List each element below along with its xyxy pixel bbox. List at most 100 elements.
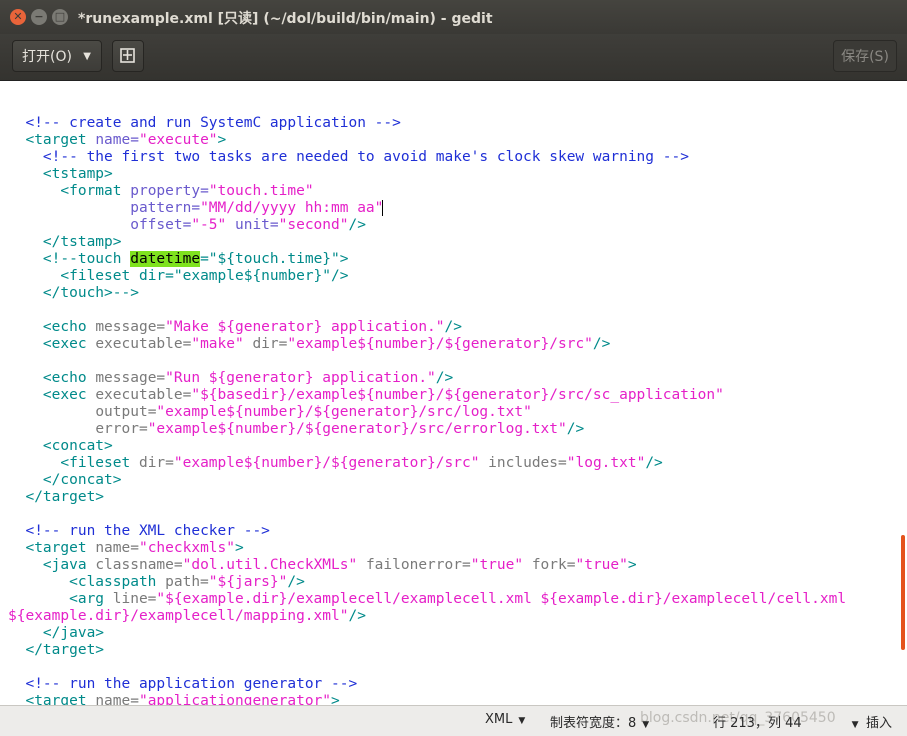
code-token: <exec bbox=[42, 387, 96, 403]
code-token: <!-- create and run SystemC application … bbox=[25, 115, 401, 131]
code-line: <tstamp> bbox=[8, 166, 846, 183]
minimize-icon: − bbox=[34, 10, 44, 23]
code-line: <target name="checkxmls"> bbox=[8, 540, 846, 557]
code-line: <target name="execute"> bbox=[8, 132, 846, 149]
code-token: name= bbox=[95, 540, 139, 556]
open-button[interactable]: 打开(O) ▼ bbox=[12, 40, 102, 72]
code-token: path= bbox=[165, 574, 209, 590]
code-token: "example${number}/${generator}/src" bbox=[173, 455, 489, 471]
maximize-window-button[interactable]: □ bbox=[52, 9, 68, 25]
code-token: <!-- run the XML checker --> bbox=[25, 523, 270, 539]
text-editor[interactable]: <!-- create and run SystemC application … bbox=[0, 81, 894, 705]
code-token: </concat> bbox=[42, 472, 122, 488]
code-token: "${jars}" bbox=[208, 574, 288, 590]
code-token: "checkxmls" bbox=[138, 540, 235, 556]
minimize-window-button[interactable]: − bbox=[31, 9, 47, 25]
cursor-position[interactable]: 行 213，列 44 ▼ bbox=[713, 712, 859, 731]
code-line: <exec executable="${basedir}/example${nu… bbox=[8, 387, 846, 404]
code-content[interactable]: <!-- create and run SystemC application … bbox=[8, 98, 846, 705]
code-line: error="example${number}/${generator}/src… bbox=[8, 421, 846, 438]
code-token: "-5" bbox=[191, 217, 235, 233]
scrollbar-thumb[interactable] bbox=[901, 535, 905, 650]
tab-width-selector[interactable]: 制表符宽度：8 ▼ bbox=[550, 712, 649, 731]
code-token: line= bbox=[112, 591, 157, 607]
code-line: <!-- run the application generator --> bbox=[8, 676, 846, 693]
code-token: message= bbox=[95, 319, 166, 335]
open-button-label: 打开(O) bbox=[22, 49, 72, 65]
language-label: XML bbox=[485, 712, 513, 727]
code-line: <fileset dir="example${number}/${generat… bbox=[8, 455, 846, 472]
language-selector[interactable]: XML ▼ bbox=[485, 712, 525, 727]
code-line: </concat> bbox=[8, 472, 846, 489]
code-token: <echo bbox=[42, 370, 96, 386]
code-token: </touch>--> bbox=[42, 285, 139, 301]
code-token: "execute" bbox=[138, 132, 218, 148]
code-token: "Run ${generator} application." bbox=[165, 370, 436, 386]
code-token: property= bbox=[130, 183, 209, 199]
close-window-button[interactable]: ✕ bbox=[10, 9, 26, 25]
code-token: "MM/dd/yyyy hh:mm aa" bbox=[200, 200, 384, 216]
code-token: executable= bbox=[95, 387, 192, 403]
code-token: "${basedir}/example${number}/${generator… bbox=[191, 387, 724, 403]
code-token: "make" bbox=[191, 336, 253, 352]
code-line: output="example${number}/${generator}/sr… bbox=[8, 404, 846, 421]
code-token: "example${number}/${generator}/src/error… bbox=[147, 421, 567, 437]
code-token: "true" bbox=[470, 557, 532, 573]
code-line: ${example.dir}/examplecell/mapping.xml"/… bbox=[8, 608, 846, 625]
save-button[interactable]: 保存(S) bbox=[833, 40, 897, 72]
chevron-down-icon: ▼ bbox=[642, 720, 650, 730]
code-token: /> bbox=[566, 421, 585, 437]
code-line: </target> bbox=[8, 642, 846, 659]
code-token: <format bbox=[60, 183, 131, 199]
new-document-button[interactable] bbox=[112, 40, 144, 72]
insert-mode-indicator[interactable]: 插入 bbox=[866, 712, 892, 731]
code-token: <fileset dir="example${number}"/> bbox=[60, 268, 349, 284]
code-line: <classpath path="${jars}"/> bbox=[8, 574, 846, 591]
code-token: /> bbox=[435, 370, 454, 386]
code-token: <arg bbox=[69, 591, 113, 607]
code-token: > bbox=[627, 557, 637, 573]
code-token: > bbox=[235, 540, 244, 556]
close-icon: ✕ bbox=[13, 10, 23, 23]
new-document-icon bbox=[120, 48, 135, 63]
code-token: message= bbox=[95, 370, 166, 386]
code-token: </tstamp> bbox=[42, 234, 122, 250]
code-token: /> bbox=[348, 217, 366, 233]
code-line: </java> bbox=[8, 625, 846, 642]
code-token: /> bbox=[645, 455, 663, 471]
code-token: "example${number}/${generator}/src/log.t… bbox=[156, 404, 532, 420]
code-line: </tstamp> bbox=[8, 234, 846, 251]
code-token: <echo bbox=[42, 319, 96, 335]
code-token: </target> bbox=[25, 642, 105, 658]
code-token: "true" bbox=[575, 557, 628, 573]
code-token: <exec bbox=[42, 336, 96, 352]
code-line: <!-- run the XML checker --> bbox=[8, 523, 846, 540]
code-line: <!-- the first two tasks are needed to a… bbox=[8, 149, 846, 166]
cursor-position-label: 行 213，列 44 bbox=[713, 716, 802, 731]
code-token: <classpath bbox=[69, 574, 166, 590]
code-token: pattern= bbox=[130, 200, 201, 216]
code-token: /> bbox=[287, 574, 305, 590]
code-line: <format property="touch.time" bbox=[8, 183, 846, 200]
code-token: fork= bbox=[531, 557, 576, 573]
